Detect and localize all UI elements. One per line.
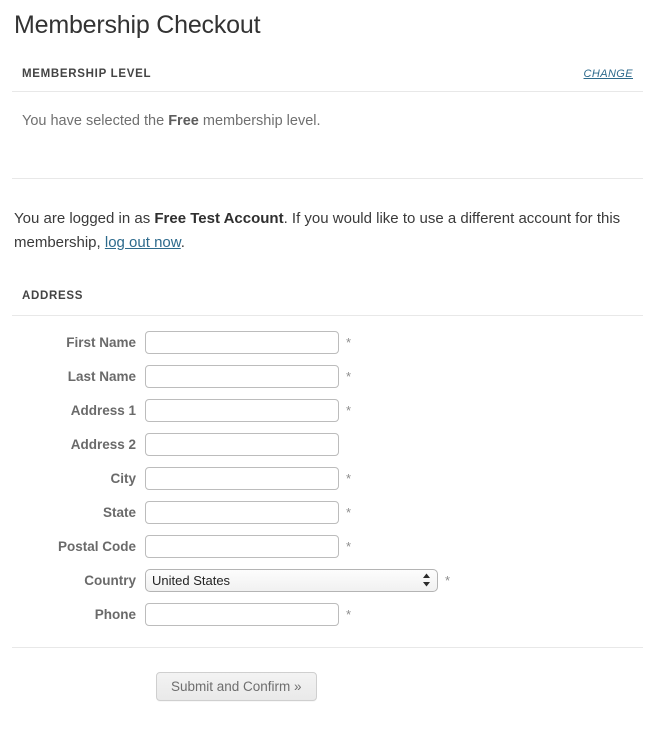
log-out-now-link[interactable]: log out now: [105, 234, 181, 251]
label-address-1: Address 1: [70, 402, 136, 418]
country-select[interactable]: United States: [145, 568, 438, 592]
form-row-city: City *: [12, 461, 643, 495]
form-row-postal-code: Postal Code *: [12, 529, 643, 563]
level-name: Free: [168, 113, 199, 129]
form-row-address-1: Address 1 *: [12, 393, 643, 427]
label-last-name: Last Name: [67, 368, 136, 384]
label-postal-code: Postal Code: [57, 538, 136, 554]
account-name: Free Test Account: [154, 210, 284, 227]
field-address-2: *: [145, 432, 351, 456]
account-notice-prefix: You are logged in as: [14, 210, 155, 227]
required-marker-first-name: *: [346, 334, 352, 350]
address-2-input[interactable]: [145, 432, 339, 456]
membership-level-heading: MEMBERSHIP LEVEL: [22, 68, 152, 80]
label-address-2: Address 2: [70, 436, 136, 452]
form-row-phone: Phone *: [12, 597, 643, 631]
submit-row: Submit and Confirm »: [12, 672, 643, 701]
postal-code-input[interactable]: [145, 534, 339, 558]
required-marker-postal-code: *: [346, 538, 352, 554]
membership-checkout-page: Membership Checkout MEMBERSHIP LEVEL CHA…: [0, 0, 655, 731]
divider-above-submit: [12, 647, 643, 648]
country-select-wrapper: United States: [145, 568, 438, 592]
field-last-name: *: [145, 364, 352, 388]
required-marker-city: *: [346, 470, 352, 486]
city-input[interactable]: [145, 466, 339, 490]
form-row-first-name: First Name *: [12, 325, 643, 359]
change-level-link[interactable]: CHANGE: [584, 68, 633, 80]
page-title: Membership Checkout: [14, 11, 261, 39]
required-marker-address-1: *: [346, 402, 352, 418]
level-desc-prefix: You have selected the: [22, 113, 169, 129]
label-city: City: [110, 470, 136, 486]
divider-under-address-heading: [12, 315, 643, 316]
form-row-state: State *: [12, 495, 643, 529]
level-desc-suffix: membership level.: [198, 113, 321, 129]
form-row-last-name: Last Name *: [12, 359, 643, 393]
label-state: State: [102, 504, 136, 520]
address-1-input[interactable]: [145, 398, 339, 422]
membership-level-header: MEMBERSHIP LEVEL CHANGE: [12, 68, 643, 80]
account-notice-suffix: .: [180, 234, 185, 251]
label-first-name: First Name: [66, 334, 136, 350]
required-marker-country: *: [445, 572, 451, 588]
address-header: ADDRESS: [12, 286, 643, 304]
submit-and-confirm-button[interactable]: Submit and Confirm »: [156, 672, 317, 701]
label-country: Country: [84, 572, 136, 588]
divider-above-account-notice: [12, 178, 643, 179]
required-marker-state: *: [346, 504, 352, 520]
field-postal-code: *: [145, 534, 352, 558]
address-heading: ADDRESS: [22, 290, 84, 302]
field-country: United States *: [145, 568, 451, 592]
label-phone: Phone: [94, 606, 136, 622]
membership-level-description: You have selected the Free membership le…: [12, 111, 643, 131]
field-city: *: [145, 466, 352, 490]
form-row-address-2: Address 2 *: [12, 427, 643, 461]
first-name-input[interactable]: [145, 330, 339, 354]
divider-under-membership-heading: [12, 91, 643, 92]
field-address-1: *: [145, 398, 352, 422]
account-notice: You are logged in as Free Test Account. …: [12, 207, 643, 255]
phone-input[interactable]: [145, 602, 339, 626]
required-marker-last-name: *: [346, 368, 352, 384]
field-first-name: *: [145, 330, 352, 354]
last-name-input[interactable]: [145, 364, 339, 388]
address-form: First Name * Last Name * Address 1 * Add…: [12, 325, 643, 631]
form-row-country: Country United States *: [12, 563, 643, 597]
required-marker-phone: *: [346, 606, 352, 622]
field-state: *: [145, 500, 352, 524]
state-input[interactable]: [145, 500, 339, 524]
field-phone: *: [145, 602, 352, 626]
